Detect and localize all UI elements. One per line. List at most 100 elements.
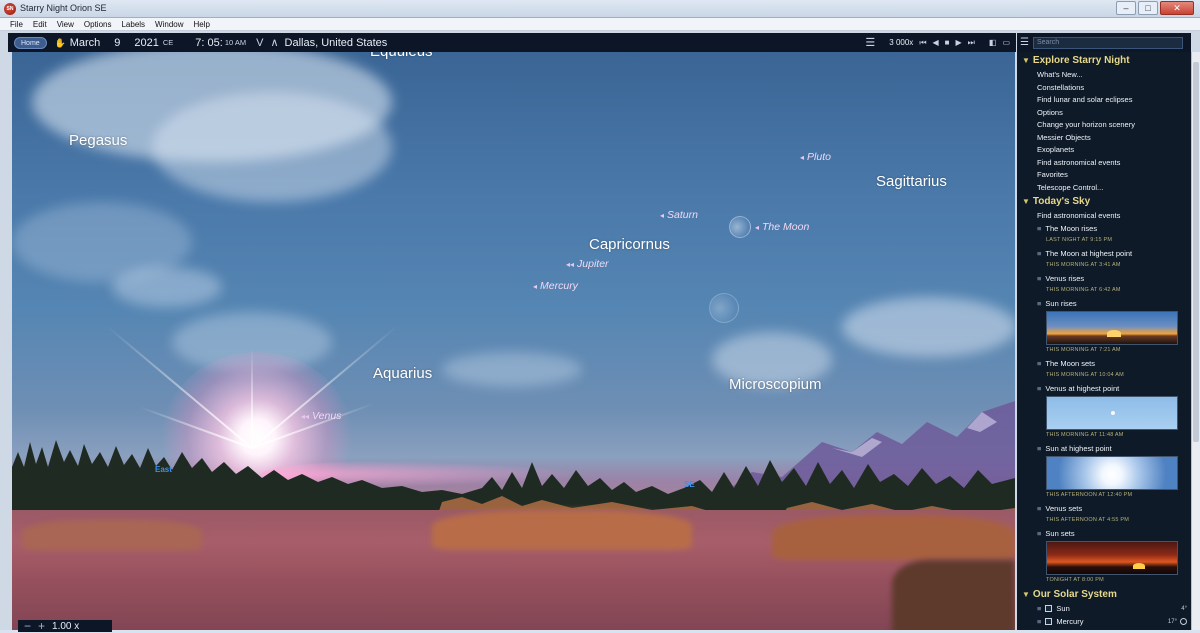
event-item[interactable]: ≡ Sun sets xyxy=(1037,529,1075,538)
moon-icon[interactable] xyxy=(729,216,751,238)
menu-window[interactable]: Window xyxy=(155,18,183,30)
drag-handle-icon[interactable]: ≡ xyxy=(1037,617,1041,626)
step-back-icon[interactable]: ◀ xyxy=(933,38,939,47)
event-time: THIS AFTERNOON AT 12:40 PM xyxy=(1046,492,1133,498)
sidebar-menu-icon[interactable]: ☰ xyxy=(1020,37,1029,48)
planet-label[interactable]: ◂ Saturn xyxy=(660,209,698,221)
drag-handle-icon[interactable]: ≡ xyxy=(1037,444,1041,453)
planet-label[interactable]: ◂ Pluto xyxy=(800,151,831,163)
drag-handle-icon[interactable]: ≡ xyxy=(1037,224,1041,233)
section-todays-sky[interactable]: ▼ Today's Sky xyxy=(1022,196,1090,207)
sun-marker xyxy=(1133,563,1145,569)
visibility-checkbox[interactable] xyxy=(1045,605,1053,612)
time-location-toolbar: Home ✋ March 9 2021 CE 7: 05: 10 AM V ∧ … xyxy=(8,33,1016,52)
event-item[interactable]: ≡ The Moon rises xyxy=(1037,224,1097,233)
skip-back-icon[interactable]: ⏮ xyxy=(919,38,926,48)
section-solar-system[interactable]: ▼ Our Solar System xyxy=(1022,589,1117,600)
stop-icon[interactable]: ■ xyxy=(945,38,950,47)
solar-item[interactable]: ≡ Mercury 17° xyxy=(1037,617,1187,626)
event-item[interactable]: ≡ Sun at highest point xyxy=(1037,444,1112,453)
find-events-link[interactable]: Find astronomical events xyxy=(1037,211,1120,220)
solar-item[interactable]: ≡ Sun 4° xyxy=(1037,604,1187,613)
planet-label[interactable]: ◂ Mercury xyxy=(533,280,578,292)
era-field[interactable]: CE xyxy=(163,38,173,47)
expand-triangle-icon[interactable]: ▼ xyxy=(1022,56,1030,65)
menu-labels[interactable]: Labels xyxy=(121,18,145,30)
event-item[interactable]: ≡ The Moon sets xyxy=(1037,359,1095,368)
sidebar-scrollbar[interactable] xyxy=(1191,52,1200,630)
menu-edit[interactable]: Edit xyxy=(33,18,47,30)
explore-link[interactable]: Constellations xyxy=(1037,83,1084,92)
explore-link[interactable]: Favorites xyxy=(1037,170,1068,179)
solar-item-value: 4° xyxy=(1181,605,1187,612)
section-explore[interactable]: ▼ Explore Starry Night xyxy=(1022,55,1130,66)
planet-label[interactable]: ◂◂ Venus xyxy=(301,410,341,422)
explore-link[interactable]: Exoplanets xyxy=(1037,145,1074,154)
visibility-checkbox[interactable] xyxy=(1045,618,1053,625)
close-button[interactable]: ✕ xyxy=(1160,1,1194,15)
event-item[interactable]: ≡ Sun rises xyxy=(1037,299,1077,308)
seconds-field[interactable]: 10 AM xyxy=(225,38,246,47)
drag-handle-icon[interactable]: ≡ xyxy=(1037,384,1041,393)
menu-view[interactable]: View xyxy=(57,18,74,30)
phase-circle-icon xyxy=(1180,618,1187,625)
drag-handle-icon[interactable]: ≡ xyxy=(1037,529,1041,538)
hand-icon[interactable]: ✋ xyxy=(55,38,66,48)
drag-handle-icon[interactable]: ≡ xyxy=(1037,359,1041,368)
hamburger-menu-icon[interactable]: ☰ xyxy=(865,36,875,49)
day-field[interactable]: 9 xyxy=(114,37,120,49)
explore-link[interactable]: Find astronomical events xyxy=(1037,158,1120,167)
maximize-button[interactable]: □ xyxy=(1138,1,1158,15)
time-field[interactable]: 7: 05: xyxy=(195,37,223,49)
drag-handle-icon[interactable]: ≡ xyxy=(1037,604,1041,613)
time-rate[interactable]: 3 000x xyxy=(889,38,913,47)
sunset-thumbnail[interactable] xyxy=(1046,541,1178,575)
window-title: Starry Night Orion SE xyxy=(20,3,107,13)
event-item[interactable]: ≡ Venus at highest point xyxy=(1037,384,1119,393)
minimize-button[interactable]: – xyxy=(1116,1,1136,15)
constellation-label[interactable]: Microscopium xyxy=(729,376,822,393)
event-time: TONIGHT AT 8:00 PM xyxy=(1046,577,1104,583)
event-item[interactable]: ≡ The Moon at highest point xyxy=(1037,249,1132,258)
sunrise-thumbnail[interactable] xyxy=(1046,311,1178,345)
constellation-label[interactable]: Equuleus xyxy=(370,52,433,60)
planet-label[interactable]: ◂ The Moon xyxy=(755,221,809,233)
skip-forward-icon[interactable]: ⏭ xyxy=(968,38,975,48)
event-item[interactable]: ≡ Venus sets xyxy=(1037,504,1082,513)
explore-link[interactable]: Telescope Control... xyxy=(1037,183,1103,192)
constellation-label[interactable]: Sagittarius xyxy=(876,173,947,190)
venus-thumbnail[interactable] xyxy=(1046,396,1178,430)
constellation-label[interactable]: Pegasus xyxy=(69,132,127,149)
planet-label[interactable]: ◂◂ Jupiter xyxy=(566,258,609,270)
play-icon[interactable]: ▶ xyxy=(956,38,962,47)
home-button[interactable]: Home xyxy=(14,36,47,49)
expand-triangle-icon[interactable]: ▼ xyxy=(1022,197,1030,206)
explore-link[interactable]: Options xyxy=(1037,108,1063,117)
explore-link[interactable]: Messier Objects xyxy=(1037,133,1091,142)
menu-file[interactable]: File xyxy=(10,18,23,30)
location-field[interactable]: Dallas, United States xyxy=(285,37,388,49)
location-arrows-icon[interactable]: V ∧ xyxy=(256,36,280,49)
sidebar-header: ☰ Search xyxy=(1017,33,1191,52)
sidebar-toggle-icon[interactable]: ◧ xyxy=(989,38,997,47)
search-input[interactable]: Search xyxy=(1032,36,1183,49)
drag-handle-icon[interactable]: ≡ xyxy=(1037,504,1041,513)
drag-handle-icon[interactable]: ≡ xyxy=(1037,249,1041,258)
drag-handle-icon[interactable]: ≡ xyxy=(1037,274,1041,283)
year-field[interactable]: 2021 xyxy=(134,37,158,49)
drag-handle-icon[interactable]: ≡ xyxy=(1037,299,1041,308)
explore-link[interactable]: Find lunar and solar eclipses xyxy=(1037,95,1132,104)
explore-link[interactable]: Change your horizon scenery xyxy=(1037,120,1135,129)
layout-toggle-icon[interactable]: ▭ xyxy=(1002,38,1010,47)
constellation-label[interactable]: Capricornus xyxy=(589,236,670,253)
expand-triangle-icon[interactable]: ▼ xyxy=(1022,590,1030,599)
sky-view[interactable]: Equuleus Pegasus Sagittarius Capricornus… xyxy=(12,52,1015,630)
month-field[interactable]: March xyxy=(70,37,101,49)
scrollbar-thumb[interactable] xyxy=(1193,62,1199,442)
explore-link[interactable]: What's New... xyxy=(1037,70,1083,79)
constellation-label[interactable]: Aquarius xyxy=(373,365,432,382)
menu-options[interactable]: Options xyxy=(84,18,112,30)
event-item[interactable]: ≡ Venus rises xyxy=(1037,274,1084,283)
menu-help[interactable]: Help xyxy=(194,18,210,30)
sun-noon-thumbnail[interactable] xyxy=(1046,456,1178,490)
